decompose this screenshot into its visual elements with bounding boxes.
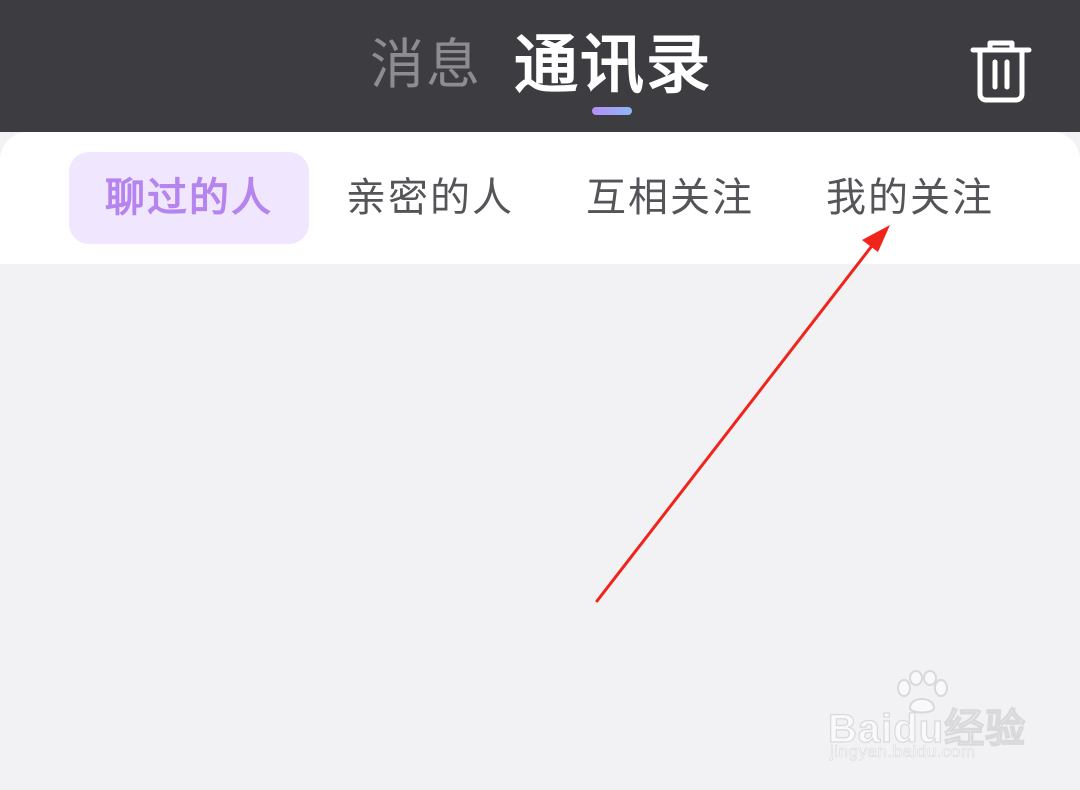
contacts-subtab-bar: 聊过的人 亲密的人 互相关注 我的关注: [0, 132, 1080, 264]
trash-button[interactable]: [966, 36, 1036, 106]
active-tab-indicator: [592, 107, 632, 115]
top-header: 消息 通讯录: [0, 0, 1080, 132]
contacts-page: 消息 通讯录 聊过的人 亲密的人 互相关注 我的关注 Baidu经验 jingy…: [0, 0, 1080, 790]
trash-icon: [970, 40, 1032, 103]
subtab-chatted[interactable]: 聊过的人: [69, 152, 309, 244]
subtab-intimate[interactable]: 亲密的人: [330, 152, 530, 244]
watermark-url: jingyan.baidu.com: [830, 742, 976, 762]
tab-contacts[interactable]: 通讯录: [514, 28, 712, 104]
tab-messages[interactable]: 消息: [370, 30, 482, 100]
baidu-watermark: Baidu经验 jingyan.baidu.com: [827, 670, 1028, 770]
subtab-mutual-follow[interactable]: 互相关注: [570, 152, 770, 244]
subtab-my-follow[interactable]: 我的关注: [810, 152, 1010, 244]
